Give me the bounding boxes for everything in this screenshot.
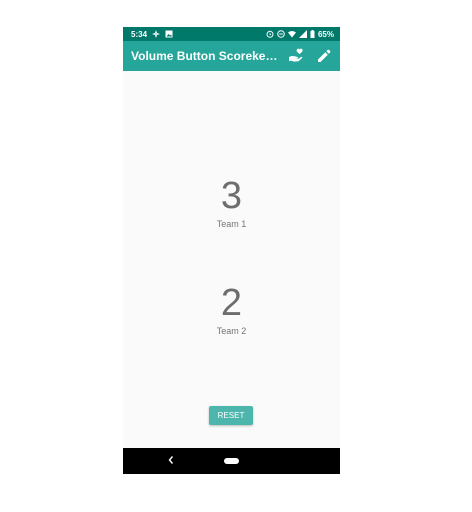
home-pill-icon[interactable]	[224, 458, 239, 464]
status-time: 5:34	[131, 29, 148, 39]
alarm-icon	[266, 30, 274, 38]
wifi-icon	[287, 30, 296, 38]
status-bar: 5:34 65%	[123, 27, 340, 41]
navigation-bar	[123, 448, 340, 474]
status-bar-left: 5:34	[131, 30, 173, 39]
team-1-score[interactable]: 3	[123, 175, 340, 217]
edit-pencil-icon[interactable]	[316, 48, 332, 64]
app-bar-actions	[288, 48, 332, 64]
team-2-panel: 2 Team 2	[123, 282, 340, 337]
battery-icon	[310, 30, 315, 38]
app-bar: Volume Button Scorekeeper…	[123, 41, 340, 71]
reset-button[interactable]: RESET	[209, 406, 253, 425]
signal-icon	[298, 30, 307, 38]
phone-screen: 5:34 65% Volume Button Scorekeep 3 Team …	[123, 27, 340, 474]
do-not-disturb-icon	[277, 30, 285, 38]
back-chevron-icon[interactable]	[167, 455, 175, 468]
page: 5:34 65% Volume Button Scorekeep 3 Team …	[0, 0, 472, 512]
status-bar-right: 65%	[266, 30, 334, 39]
team-2-score[interactable]: 2	[123, 282, 340, 324]
team-1-label: Team 1	[216, 219, 247, 229]
app-title: Volume Button Scorekeeper…	[131, 49, 281, 63]
team-1-panel: 3 Team 1	[123, 175, 340, 230]
donate-hand-heart-icon[interactable]	[288, 48, 304, 64]
scoreboard: 3 Team 1 2 Team 2 RESET	[123, 71, 340, 448]
battery-percent: 65%	[317, 29, 334, 39]
image-icon	[165, 30, 173, 38]
team-2-label: Team 2	[216, 326, 247, 336]
fan-icon	[152, 30, 161, 38]
